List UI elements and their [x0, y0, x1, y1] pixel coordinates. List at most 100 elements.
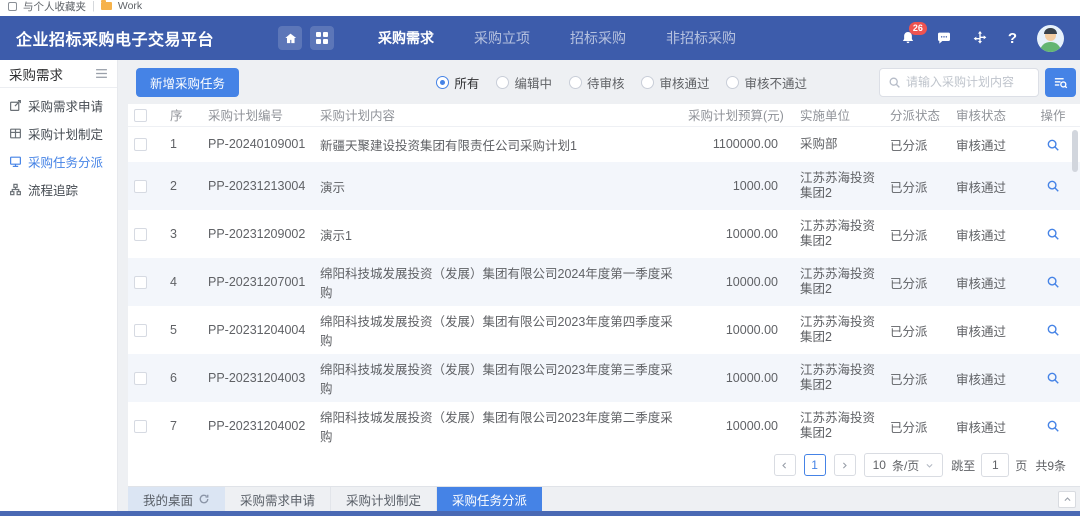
sidebar-item-task-dispatch[interactable]: 采购任务分派: [0, 147, 117, 175]
chevron-up-icon: [1063, 495, 1072, 504]
filter-label: 审核通过: [659, 73, 709, 92]
favorites-folder[interactable]: Work: [118, 0, 142, 12]
tab-label: 采购需求申请: [240, 490, 315, 509]
cell-unit: 江苏苏海投资集团2: [794, 210, 884, 258]
messages-button[interactable]: [936, 30, 952, 46]
search-input[interactable]: [906, 75, 1030, 89]
total-count: 共9条: [1035, 457, 1066, 474]
tab-demand-apply[interactable]: 采购需求申请: [225, 487, 331, 511]
cell-content: 绵阳科技城发展投资（发展）集团有限公司2024年度第一季度采购: [314, 258, 682, 306]
col-code: 采购计划编号: [202, 104, 314, 126]
cell-dispatch-status: 已分派: [884, 126, 950, 162]
select-all-checkbox[interactable]: [134, 109, 147, 122]
row-view-button[interactable]: [1046, 419, 1060, 433]
home-button[interactable]: [278, 26, 302, 50]
refresh-icon[interactable]: [198, 493, 210, 505]
table-icon: [9, 127, 22, 140]
radio-icon: [726, 76, 739, 89]
add-task-button[interactable]: 新增采购任务: [136, 68, 239, 97]
sidebar: 采购需求 采购需求申请 采购计划制定 采购任务分派 流程追踪: [0, 60, 118, 511]
cell-dispatch-status: 已分派: [884, 354, 950, 402]
move-arrows-icon: [972, 30, 988, 46]
filter-audit-passed[interactable]: 审核通过: [641, 73, 709, 92]
prev-page-button[interactable]: [774, 454, 796, 476]
row-view-button[interactable]: [1046, 275, 1060, 289]
magnifier-icon: [1046, 323, 1060, 337]
row-checkbox[interactable]: [134, 228, 147, 241]
procurement-table: 序 采购计划编号 采购计划内容 采购计划预算(元) 实施单位 分派状态 审核状态…: [128, 104, 1080, 450]
cell-code: PP-20231204003: [202, 354, 314, 402]
user-avatar[interactable]: [1037, 25, 1064, 52]
filter-audit-rejected[interactable]: 审核不通过: [726, 73, 807, 92]
cell-budget: 10000.00: [682, 258, 794, 306]
favorites-label[interactable]: 与个人收藏夹: [23, 0, 86, 14]
col-audit: 审核状态: [950, 104, 1026, 126]
cell-seq: 2: [164, 162, 202, 210]
row-view-button[interactable]: [1046, 371, 1060, 385]
apps-grid-button[interactable]: [310, 26, 334, 50]
tabbar-collapse-button[interactable]: [1058, 491, 1076, 508]
cell-audit-status: 审核通过: [950, 210, 1026, 258]
row-checkbox[interactable]: [134, 276, 147, 289]
sidebar-item-process-track[interactable]: 流程追踪: [0, 175, 117, 203]
cell-seq: 7: [164, 402, 202, 450]
help-button[interactable]: ?: [1008, 30, 1017, 47]
cell-content: 绵阳科技城发展投资（发展）集团有限公司2023年度第三季度采购: [314, 354, 682, 402]
filter-label: 待审核: [587, 73, 625, 92]
table-body: 1 PP-20240109001 新疆天聚建设投资集团有限责任公司采购计划1 1…: [128, 126, 1080, 450]
tab-task-dispatch[interactable]: 采购任务分派: [437, 487, 542, 511]
home-icon: [284, 32, 297, 45]
row-checkbox[interactable]: [134, 420, 147, 433]
magnifier-icon: [1046, 275, 1060, 289]
cell-dispatch-status: 已分派: [884, 402, 950, 450]
col-budget: 采购计划预算(元): [682, 104, 794, 126]
fullscreen-button[interactable]: [972, 30, 988, 46]
notifications-button[interactable]: 26: [900, 30, 916, 46]
jump-page-input[interactable]: [981, 453, 1009, 477]
cell-audit-status: 审核通过: [950, 402, 1026, 450]
table-scrollbar-thumb[interactable]: [1072, 130, 1078, 172]
cell-code: PP-20231207001: [202, 258, 314, 306]
row-view-button[interactable]: [1046, 323, 1060, 337]
cell-audit-status: 审核通过: [950, 306, 1026, 354]
page-1-button[interactable]: 1: [804, 454, 826, 476]
sidebar-item-label: 流程追踪: [28, 180, 78, 199]
nav-bidding-procurement[interactable]: 招标采购: [570, 28, 626, 48]
row-view-button[interactable]: [1046, 179, 1060, 193]
nav-procurement-demand[interactable]: 采购需求: [378, 28, 434, 48]
tab-my-desktop[interactable]: 我的桌面: [128, 487, 225, 511]
row-checkbox[interactable]: [134, 138, 147, 151]
nav-non-bidding-procurement[interactable]: 非招标采购: [666, 28, 736, 48]
col-unit: 实施单位: [794, 104, 884, 126]
page-unit-label: 页: [1015, 457, 1027, 474]
cell-unit: 江苏苏海投资集团2: [794, 354, 884, 402]
advanced-search-button[interactable]: [1045, 68, 1076, 97]
page-size-select[interactable]: 10 条/页: [864, 453, 944, 477]
nav-procurement-initiation[interactable]: 采购立项: [474, 28, 530, 48]
filter-editing[interactable]: 编辑中: [496, 73, 552, 92]
table-row: 1 PP-20240109001 新疆天聚建设投资集团有限责任公司采购计划1 1…: [128, 126, 1080, 162]
filter-pending-audit[interactable]: 待审核: [569, 73, 625, 92]
search-box: [879, 68, 1039, 97]
sidebar-collapse-icon[interactable]: [95, 68, 108, 79]
cell-budget: 10000.00: [682, 210, 794, 258]
table-header-row: 序 采购计划编号 采购计划内容 采购计划预算(元) 实施单位 分派状态 审核状态…: [128, 104, 1080, 126]
next-page-button[interactable]: [834, 454, 856, 476]
filter-all[interactable]: 所有: [436, 73, 479, 92]
tab-plan-make[interactable]: 采购计划制定: [331, 487, 437, 511]
col-dispatch: 分派状态: [884, 104, 950, 126]
cell-seq: 3: [164, 210, 202, 258]
row-checkbox[interactable]: [134, 180, 147, 193]
row-checkbox[interactable]: [134, 324, 147, 337]
row-view-button[interactable]: [1046, 227, 1060, 241]
sidebar-item-plan-make[interactable]: 采购计划制定: [0, 119, 117, 147]
row-view-button[interactable]: [1046, 138, 1060, 152]
list-search-icon: [1053, 75, 1068, 90]
cell-budget: 10000.00: [682, 402, 794, 450]
row-checkbox[interactable]: [134, 372, 147, 385]
sidebar-item-demand-apply[interactable]: 采购需求申请: [0, 91, 117, 119]
cell-content: 演示1: [314, 210, 682, 258]
jump-label: 跳至: [951, 457, 975, 474]
cell-seq: 6: [164, 354, 202, 402]
magnifier-icon: [1046, 419, 1060, 433]
